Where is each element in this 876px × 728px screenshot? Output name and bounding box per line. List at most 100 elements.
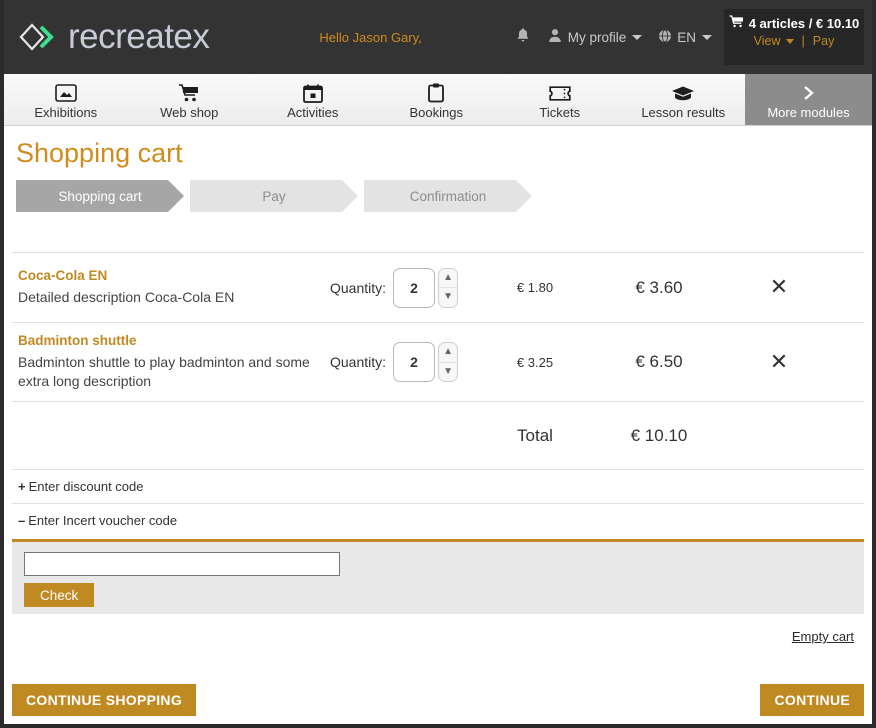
continue-button[interactable]: CONTINUE: [760, 684, 864, 716]
calendar-icon: [303, 82, 323, 104]
step-shopping-cart[interactable]: Shopping cart: [16, 180, 184, 212]
cart-summary-line: 4 articles / € 10.10: [724, 15, 864, 31]
line-total: € 6.50: [594, 352, 724, 372]
remove-item-cell: ✕: [724, 351, 834, 374]
language-label: EN: [677, 30, 696, 45]
close-x-icon[interactable]: ✕: [770, 276, 788, 298]
quantity-cell: Quantity: ▲ ▼: [330, 342, 476, 382]
step-label: Shopping cart: [58, 189, 141, 204]
stepper-up-icon[interactable]: ▲: [439, 269, 457, 289]
main-navigation: Exhibitions Web shop: [4, 74, 872, 126]
unit-price: € 1.80: [476, 280, 594, 295]
quantity-label: Quantity:: [330, 280, 386, 296]
item-name[interactable]: Badminton shuttle: [18, 333, 330, 348]
chevron-down-icon: [702, 35, 712, 40]
discount-code-label: Enter discount code: [29, 479, 144, 494]
header-right-cluster: My profile EN: [506, 0, 872, 74]
top-header: recreatex Hello Jason Gary,: [4, 0, 872, 74]
voucher-code-panel: Check: [12, 539, 864, 614]
item-detail-text: Badminton shuttle to play badminton and …: [18, 353, 330, 391]
my-profile-menu[interactable]: My profile: [548, 28, 643, 46]
total-value: € 10.10: [594, 426, 724, 446]
cart-total-row: Total € 10.10: [12, 401, 864, 469]
nav-label: More modules: [767, 105, 849, 120]
nav-item-exhibitions[interactable]: Exhibitions: [4, 74, 128, 125]
shopping-cart-icon: [729, 15, 744, 31]
stepper-up-icon[interactable]: ▲: [439, 343, 457, 363]
plus-icon: +: [18, 479, 26, 494]
item-detail-text: Detailed description Coca-Cola EN: [18, 288, 330, 307]
nav-item-bookings[interactable]: Bookings: [375, 74, 499, 125]
close-x-icon[interactable]: ✕: [770, 351, 788, 373]
nav-label: Web shop: [160, 105, 218, 120]
shopping-cart-icon: [178, 82, 200, 104]
table-row: Badminton shuttle Badminton shuttle to p…: [12, 322, 864, 401]
user-icon: [548, 28, 562, 46]
quantity-input[interactable]: [393, 268, 435, 308]
chevron-down-icon: [786, 39, 794, 44]
discount-code-toggle[interactable]: + Enter discount code: [12, 469, 864, 503]
stepper-down-icon[interactable]: ▼: [439, 363, 457, 382]
unit-price: € 3.25: [476, 355, 594, 370]
footer-actions: CONTINUE SHOPPING CONTINUE: [4, 676, 872, 724]
item-name[interactable]: Coca-Cola EN: [18, 268, 330, 283]
brand-name: recreatex: [68, 17, 209, 57]
cart-items-table: Coca-Cola EN Detailed description Coca-C…: [12, 252, 864, 469]
quantity-cell: Quantity: ▲ ▼: [330, 268, 476, 308]
remove-item-cell: ✕: [724, 276, 834, 299]
cart-action-separator: |: [802, 34, 805, 48]
voucher-code-input[interactable]: [24, 552, 340, 576]
greeting-text: Hello Jason Gary,: [319, 30, 421, 45]
step-label: Confirmation: [410, 189, 487, 204]
quantity-stepper[interactable]: ▲ ▼: [438, 342, 458, 382]
page-title: Shopping cart: [12, 126, 864, 175]
picture-frame-icon: [55, 82, 77, 104]
language-selector[interactable]: EN: [658, 29, 712, 46]
quantity-stepper[interactable]: ▲ ▼: [438, 268, 458, 308]
nav-label: Lesson results: [641, 105, 725, 120]
page-content: Shopping cart Shopping cart Pay Confirma…: [4, 126, 872, 646]
globe-icon: [658, 29, 672, 46]
ticket-icon: [549, 82, 571, 104]
cart-view-link[interactable]: View: [754, 34, 781, 48]
nav-item-activities[interactable]: Activities: [251, 74, 375, 125]
nav-label: Bookings: [410, 105, 463, 120]
stepper-down-icon[interactable]: ▼: [439, 288, 457, 307]
checkout-steps: Shopping cart Pay Confirmation: [16, 180, 864, 212]
bell-icon[interactable]: [516, 27, 530, 48]
empty-cart-area: Empty cart: [12, 614, 864, 646]
check-voucher-button[interactable]: Check: [24, 583, 94, 607]
nav-item-web-shop[interactable]: Web shop: [128, 74, 252, 125]
chevron-down-icon: [632, 35, 642, 40]
quantity-input[interactable]: [393, 342, 435, 382]
nav-label: Activities: [287, 105, 338, 120]
application-window: recreatex Hello Jason Gary,: [0, 0, 876, 728]
nav-item-more-modules[interactable]: More modules: [745, 74, 872, 125]
nav-item-tickets[interactable]: Tickets: [498, 74, 622, 125]
nav-item-lesson-results[interactable]: Lesson results: [622, 74, 746, 125]
continue-shopping-button[interactable]: CONTINUE SHOPPING: [12, 684, 196, 716]
voucher-code-label: Enter Incert voucher code: [28, 513, 177, 528]
nav-label: Tickets: [539, 105, 580, 120]
my-profile-label: My profile: [568, 30, 627, 45]
step-label: Pay: [262, 189, 285, 204]
cart-pay-link[interactable]: Pay: [813, 34, 835, 48]
step-confirmation[interactable]: Confirmation: [364, 180, 532, 212]
voucher-code-toggle[interactable]: – Enter Incert voucher code: [12, 503, 864, 537]
nav-label: Exhibitions: [34, 105, 97, 120]
diamond-chevron-logo-icon: [18, 22, 58, 52]
quantity-label: Quantity:: [330, 354, 386, 370]
header-cart-summary[interactable]: 4 articles / € 10.10 View | Pay: [724, 9, 864, 65]
table-row: Coca-Cola EN Detailed description Coca-C…: [12, 252, 864, 322]
chevron-right-icon: [800, 82, 818, 104]
item-description-cell: Coca-Cola EN Detailed description Coca-C…: [12, 268, 330, 307]
total-label: Total: [476, 426, 594, 446]
line-total: € 3.60: [594, 278, 724, 298]
empty-cart-link[interactable]: Empty cart: [792, 629, 854, 644]
step-pay[interactable]: Pay: [190, 180, 358, 212]
cart-actions: View | Pay: [724, 34, 864, 48]
cart-summary-text: 4 articles / € 10.10: [749, 16, 860, 31]
item-description-cell: Badminton shuttle Badminton shuttle to p…: [12, 333, 330, 391]
minus-icon: –: [18, 513, 25, 528]
brand-logo[interactable]: recreatex: [18, 17, 209, 57]
